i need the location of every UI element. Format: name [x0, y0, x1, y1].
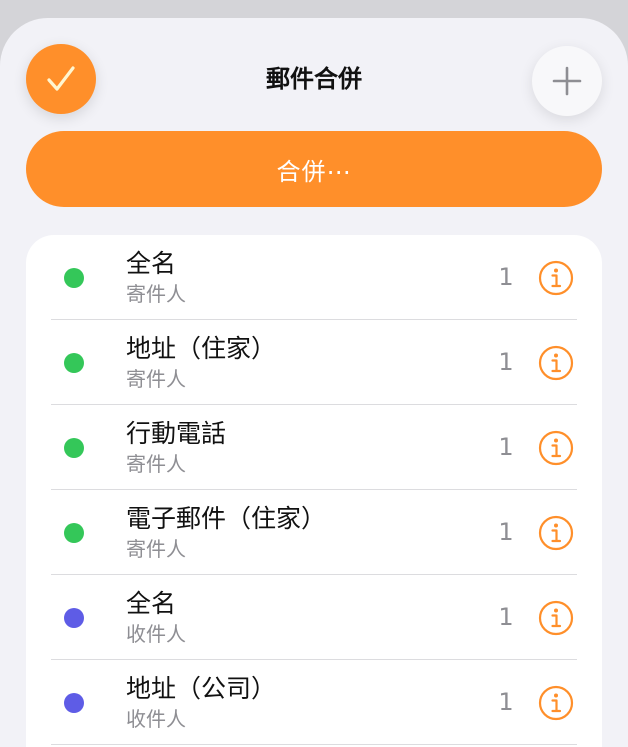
merge-field-list: 全名 寄件人 1 地址（住家） 寄件人 1 行動電話 寄件人 1 電子郵件（住家） 寄件人 1 全名 收件…	[26, 235, 602, 747]
field-source: 收件人	[126, 622, 186, 646]
info-icon[interactable]	[538, 430, 574, 466]
field-row[interactable]: 電子郵件（住家） 寄件人 1	[26, 490, 602, 575]
field-row[interactable]: 全名寄件人 1	[26, 235, 602, 320]
field-source: 寄件人	[126, 537, 186, 561]
recipient-dot-icon	[64, 608, 84, 628]
plus-icon	[552, 66, 582, 96]
field-label: 地址（公司）	[126, 674, 277, 703]
info-icon[interactable]	[538, 515, 574, 551]
field-count: 1	[498, 603, 514, 631]
field-label: 全名	[126, 249, 177, 278]
merge-button[interactable]: 合併⋯	[26, 131, 602, 207]
field-source: 寄件人	[126, 452, 186, 476]
sender-dot-icon	[64, 438, 84, 458]
sender-dot-icon	[64, 523, 84, 543]
field-count: 1	[498, 263, 514, 291]
sender-dot-icon	[64, 353, 84, 373]
field-row[interactable]: 行動電話寄件人 1	[26, 405, 602, 490]
field-count: 1	[498, 688, 514, 716]
field-source: 寄件人	[126, 367, 186, 391]
field-source: 收件人	[126, 707, 186, 731]
info-icon[interactable]	[538, 685, 574, 721]
info-icon[interactable]	[538, 600, 574, 636]
field-label: 地址（住家）	[126, 334, 277, 363]
field-row[interactable]: 全名收件人 1	[26, 575, 602, 660]
mail-merge-sheet: 郵件合併 合併⋯ 全名 寄件人 1 地址（住家） 寄件人 1 行動電話 寄件人 1 電子郵件（住家…	[0, 18, 628, 747]
field-label: 行動電話	[126, 419, 227, 448]
field-count: 1	[498, 433, 514, 461]
field-label: 全名	[126, 589, 177, 618]
field-count: 1	[498, 348, 514, 376]
recipient-dot-icon	[64, 693, 84, 713]
add-button[interactable]	[532, 46, 602, 116]
sender-dot-icon	[64, 268, 84, 288]
field-label: 電子郵件（住家）	[126, 504, 327, 533]
row-divider	[51, 744, 577, 745]
field-count: 1	[498, 518, 514, 546]
field-row[interactable]: 地址（公司） 收件人 1	[26, 660, 602, 745]
info-icon[interactable]	[538, 345, 574, 381]
info-icon[interactable]	[538, 260, 574, 296]
field-source: 寄件人	[126, 282, 186, 306]
field-row[interactable]: 地址（住家） 寄件人 1	[26, 320, 602, 405]
